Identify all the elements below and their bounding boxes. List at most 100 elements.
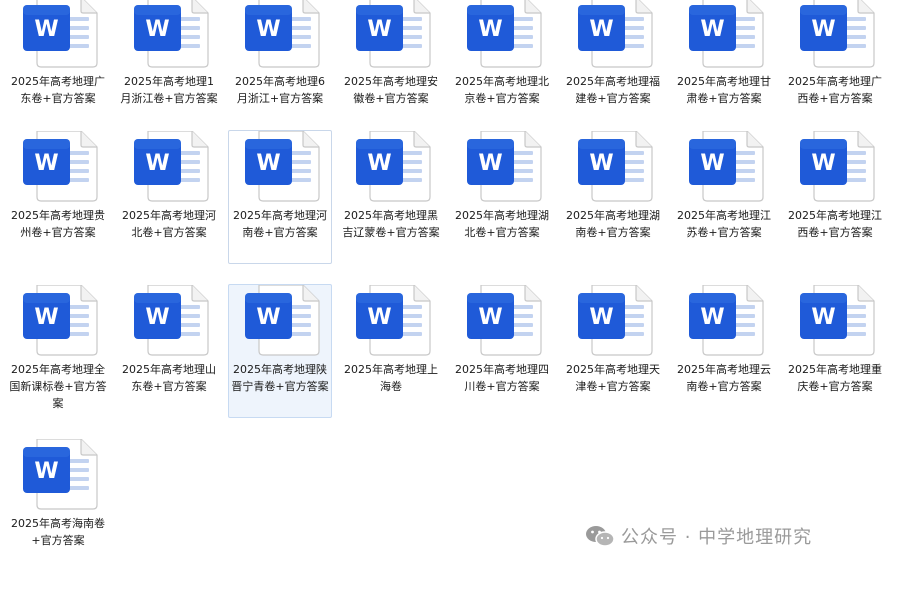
svg-text:W: W [478,17,502,42]
file-item[interactable]: W 2025年高考地理山东卷+官方答案 [117,284,221,438]
word-document-icon: W [451,131,555,203]
svg-text:W: W [256,151,280,176]
file-name-label: 2025年高考地理贵州卷+官方答案 [11,209,105,239]
word-document-icon: W [562,285,666,357]
word-document-icon: W [7,285,111,357]
svg-text:W: W [145,17,169,42]
svg-text:W: W [700,305,724,330]
svg-text:W: W [811,305,835,330]
file-name-label: 2025年高考地理陕晋宁青卷+官方答案 [231,363,329,393]
file-name-label: 2025年高考地理湖南卷+官方答案 [566,209,660,239]
file-item[interactable]: W 2025年高考地理全国新课标卷+官方答案 [6,284,110,438]
svg-text:W: W [34,151,58,176]
file-item[interactable]: W 2025年高考地理云南卷+官方答案 [672,284,776,438]
svg-text:W: W [811,17,835,42]
file-name-label: 2025年高考地理云南卷+官方答案 [677,363,771,393]
file-name-label: 2025年高考地理黑吉辽蒙卷+官方答案 [342,209,440,239]
file-item[interactable]: W 2025年高考地理江西卷+官方答案 [783,130,887,284]
file-item[interactable]: W 2025年高考地理安徽卷+官方答案 [339,0,443,150]
file-item[interactable]: W 2025年高考地理1月浙江卷+官方答案 [117,0,221,150]
file-name-label: 2025年高考地理福建卷+官方答案 [566,75,660,105]
svg-text:W: W [145,305,169,330]
file-item[interactable]: W 2025年高考地理福建卷+官方答案 [561,0,665,150]
word-document-icon: W [7,131,111,203]
word-document-icon: W [562,0,666,69]
file-item[interactable]: W 2025年高考地理北京卷+官方答案 [450,0,554,150]
file-name-label: 2025年高考地理重庆卷+官方答案 [788,363,882,393]
file-name-label: 2025年高考地理天津卷+官方答案 [566,363,660,393]
file-item[interactable]: W 2025年高考地理黑吉辽蒙卷+官方答案 [339,130,443,284]
file-item[interactable]: W 2025年高考地理河南卷+官方答案 [228,130,332,264]
svg-text:W: W [145,151,169,176]
word-document-icon: W [673,285,777,357]
wechat-icon [586,526,615,547]
word-document-icon: W [340,0,444,69]
word-document-icon: W [784,0,888,69]
file-item[interactable]: W 2025年高考地理广东卷+官方答案 [6,0,110,150]
word-document-icon: W [784,285,888,357]
file-item[interactable]: W 2025年高考地理四川卷+官方答案 [450,284,554,438]
svg-text:W: W [478,305,502,330]
svg-text:W: W [589,17,613,42]
file-item[interactable]: W 2025年高考地理陕晋宁青卷+官方答案 [228,284,332,418]
word-document-icon: W [451,0,555,69]
file-name-label: 2025年高考地理甘肃卷+官方答案 [677,75,771,105]
file-name-label: 2025年高考地理广西卷+官方答案 [788,75,882,105]
word-document-icon: W [562,131,666,203]
file-name-label: 2025年高考地理四川卷+官方答案 [455,363,549,393]
file-name-label: 2025年高考地理河北卷+官方答案 [122,209,216,239]
file-item[interactable]: W 2025年高考海南卷+官方答案 [6,438,110,592]
file-item[interactable]: W 2025年高考地理湖北卷+官方答案 [450,130,554,284]
file-name-label: 2025年高考地理上海卷 [344,363,438,393]
file-name-label: 2025年高考地理湖北卷+官方答案 [455,209,549,239]
svg-text:W: W [367,305,391,330]
watermark-text: 公众号 · 中学地理研究 [621,527,813,548]
svg-text:W: W [367,17,391,42]
file-name-label: 2025年高考地理江苏卷+官方答案 [677,209,771,239]
file-item[interactable]: W 2025年高考地理甘肃卷+官方答案 [672,0,776,150]
file-name-label: 2025年高考地理6月浙江+官方答案 [235,75,325,105]
file-item[interactable]: W 2025年高考地理贵州卷+官方答案 [6,130,110,284]
word-document-icon: W [673,131,777,203]
word-document-icon: W [118,131,222,203]
word-document-icon: W [451,285,555,357]
word-document-icon: W [784,131,888,203]
word-document-icon: W [673,0,777,69]
svg-text:W: W [34,305,58,330]
word-document-icon: W [7,439,111,511]
word-document-icon: W [229,0,333,69]
svg-text:W: W [367,151,391,176]
file-name-label: 2025年高考地理安徽卷+官方答案 [344,75,438,105]
watermark: 公众号 · 中学地理研究 [585,522,812,550]
file-name-label: 2025年高考地理全国新课标卷+官方答案 [9,363,107,410]
file-name-label: 2025年高考地理广东卷+官方答案 [11,75,105,105]
svg-text:W: W [811,151,835,176]
word-document-icon: W [7,0,111,69]
svg-text:W: W [34,17,58,42]
word-document-icon: W [340,285,444,357]
file-name-label: 2025年高考地理江西卷+官方答案 [788,209,882,239]
file-item[interactable]: W 2025年高考地理天津卷+官方答案 [561,284,665,438]
file-item[interactable]: W 2025年高考地理重庆卷+官方答案 [783,284,887,438]
word-document-icon: W [229,285,333,357]
svg-text:W: W [589,151,613,176]
file-name-label: 2025年高考地理山东卷+官方答案 [122,363,216,393]
file-item[interactable]: W 2025年高考地理上海卷 [339,284,443,438]
file-item[interactable]: W 2025年高考地理6月浙江+官方答案 [228,0,332,150]
svg-text:W: W [256,17,280,42]
file-item[interactable]: W 2025年高考地理江苏卷+官方答案 [672,130,776,284]
file-name-label: 2025年高考海南卷+官方答案 [11,517,105,547]
file-item[interactable]: W 2025年高考地理河北卷+官方答案 [117,130,221,284]
file-item[interactable]: W 2025年高考地理湖南卷+官方答案 [561,130,665,284]
file-grid: W 2025年高考地理广东卷+官方答案 W 2025年高考地理1月浙江卷+官方答案 W 2… [0,0,898,571]
word-document-icon: W [118,285,222,357]
file-name-label: 2025年高考地理北京卷+官方答案 [455,75,549,105]
svg-text:W: W [700,151,724,176]
svg-text:W: W [256,305,280,330]
word-document-icon: W [118,0,222,69]
word-document-icon: W [229,131,333,203]
file-item[interactable]: W 2025年高考地理广西卷+官方答案 [783,0,887,150]
svg-text:W: W [34,459,58,484]
word-document-icon: W [340,131,444,203]
file-name-label: 2025年高考地理河南卷+官方答案 [233,209,327,239]
